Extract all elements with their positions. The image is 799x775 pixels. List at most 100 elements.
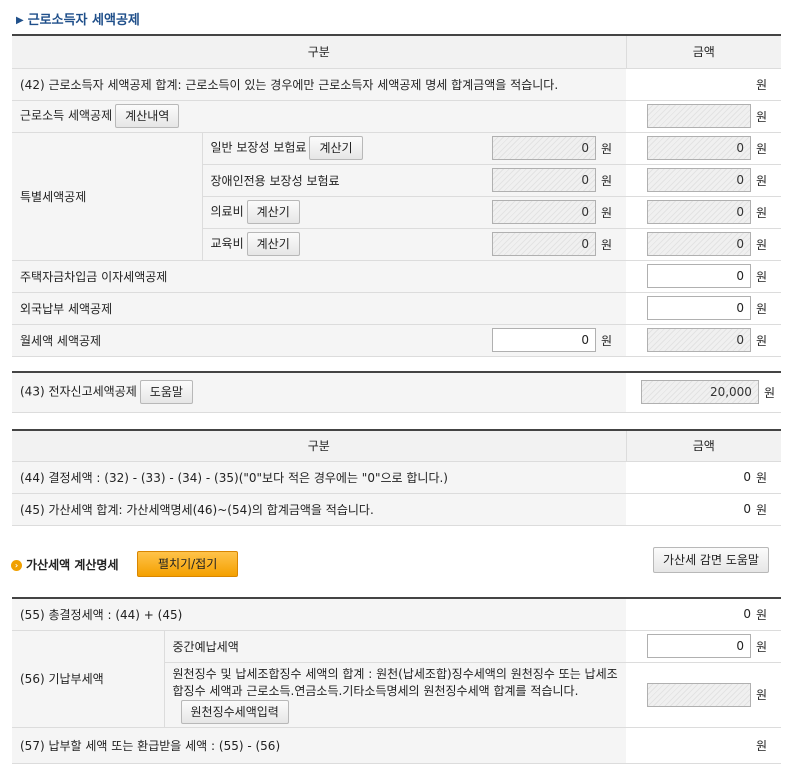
e-filing-credit-table: (43) 전자신고세액공제 도움말 20,000 원 bbox=[12, 371, 781, 413]
housing-loan-label: 주택자금차입금 이자세액공제 bbox=[12, 260, 627, 293]
unit: 원 bbox=[755, 470, 767, 485]
row55-value: 0 bbox=[743, 606, 751, 621]
row42-label: (42) 근로소득자 세액공제 합계: 근로소득이 있는 경우에만 근로소득자 … bbox=[12, 68, 627, 101]
e-filing-help-button[interactable]: 도움말 bbox=[139, 380, 193, 405]
unit: 원 bbox=[755, 301, 768, 316]
e-filing-credit-label-cell: (43) 전자신고세액공제 도움말 bbox=[12, 371, 626, 413]
penalty-title-text: 가산세액 계산명세 bbox=[26, 558, 119, 572]
earned-income-credit-label-cell: 근로소득 세액공제 계산내역 bbox=[12, 100, 627, 133]
unit: 원 bbox=[600, 205, 613, 220]
interim-payment-input[interactable]: 0 bbox=[646, 634, 751, 658]
penalty-section-title: › 가산세액 계산명세 bbox=[11, 556, 119, 573]
chevron-right-icon: ▶ bbox=[16, 15, 24, 26]
general-insurance-amount: 0원 bbox=[626, 132, 782, 165]
chevron-right-circle-icon: › bbox=[11, 560, 22, 571]
interim-payment-label: 중간예납세액 bbox=[163, 630, 626, 663]
row55-label: (55) 총결정세액 : (44) + (45) bbox=[12, 597, 626, 631]
general-insurance-input-cell: 0원 bbox=[482, 132, 627, 165]
medical-label-cell: 의료비 계산기 bbox=[201, 196, 482, 229]
unit: 원 bbox=[755, 738, 767, 753]
rent-credit-input[interactable]: 0 bbox=[491, 328, 596, 352]
earned-income-credit-field[interactable] bbox=[646, 104, 751, 128]
calc-detail-button[interactable]: 계산내역 bbox=[115, 104, 180, 128]
disabled-insurance-field[interactable]: 0 bbox=[646, 168, 751, 192]
col-header-category-2: 구분 bbox=[12, 429, 626, 462]
row42-amount: 원 bbox=[626, 68, 782, 101]
foreign-tax-label: 외국납부 세액공제 bbox=[12, 292, 627, 325]
withholding-field[interactable] bbox=[646, 682, 751, 707]
education-input[interactable]: 0 bbox=[491, 232, 596, 256]
disabled-insurance-amount: 0원 bbox=[626, 164, 782, 197]
row56-label: (56) 기납부세액 bbox=[12, 630, 164, 728]
col-header-category: 구분 bbox=[12, 34, 627, 69]
unit: 원 bbox=[755, 639, 767, 654]
earned-income-credit-table: 구분 금액 (42) 근로소득자 세액공제 합계: 근로소득이 있는 경우에만 … bbox=[12, 34, 782, 357]
unit: 원 bbox=[755, 205, 768, 220]
withholding-input-button[interactable]: 원천징수세액입력 bbox=[180, 699, 289, 724]
interim-payment-amount: 0원 bbox=[626, 630, 781, 663]
withholding-amount: 원 bbox=[626, 662, 781, 728]
disabled-insurance-input-cell: 0원 bbox=[482, 164, 627, 197]
row57-label: (57) 납부할 세액 또는 환급받을 세액 : (55) - (56) bbox=[12, 727, 626, 764]
unit: 원 bbox=[755, 688, 767, 702]
earned-income-credit-amount: 원 bbox=[626, 100, 782, 133]
special-credit-label: 특별세액공제 bbox=[12, 132, 202, 261]
row55-amount: 0원 bbox=[626, 597, 781, 631]
unit: 원 bbox=[755, 77, 768, 92]
education-label: 교육비 bbox=[210, 236, 244, 251]
row44-amount: 0원 bbox=[626, 461, 781, 494]
education-field[interactable]: 0 bbox=[646, 232, 751, 256]
unit: 원 bbox=[755, 173, 768, 188]
unit: 원 bbox=[755, 109, 768, 124]
e-filing-credit-field[interactable]: 20,000 bbox=[640, 380, 759, 405]
row45-value: 0 bbox=[743, 501, 751, 516]
housing-loan-input[interactable]: 0 bbox=[646, 264, 751, 288]
housing-loan-amount: 0원 bbox=[626, 260, 782, 293]
rent-credit-field[interactable]: 0 bbox=[646, 328, 751, 352]
education-input-cell: 0원 bbox=[482, 228, 627, 261]
foreign-tax-amount: 0원 bbox=[626, 292, 782, 325]
disabled-insurance-input[interactable]: 0 bbox=[491, 168, 596, 192]
final-tax-table: (55) 총결정세액 : (44) + (45) 0원 (56) 기납부세액 중… bbox=[12, 597, 781, 764]
unit: 원 bbox=[755, 141, 768, 156]
general-insurance-label-cell: 일반 보장성 보험료 계산기 bbox=[201, 132, 482, 165]
unit: 원 bbox=[600, 141, 613, 156]
medical-field[interactable]: 0 bbox=[646, 200, 751, 224]
row45-label: (45) 가산세액 합계: 가산세액명세(46)~(54)의 합계금액을 적습니… bbox=[12, 493, 626, 526]
medical-input[interactable]: 0 bbox=[491, 200, 596, 224]
general-insurance-calc-button[interactable]: 계산기 bbox=[309, 136, 363, 160]
education-calc-button[interactable]: 계산기 bbox=[246, 232, 300, 256]
unit: 원 bbox=[755, 269, 768, 284]
penalty-reduction-help-button[interactable]: 가산세 감면 도움말 bbox=[653, 547, 769, 573]
general-insurance-input[interactable]: 0 bbox=[491, 136, 596, 160]
earned-income-credit-label: 근로소득 세액공제 bbox=[20, 108, 113, 123]
row57-amount: 원 bbox=[626, 727, 781, 764]
general-insurance-field[interactable]: 0 bbox=[646, 136, 751, 160]
medical-calc-button[interactable]: 계산기 bbox=[246, 200, 300, 224]
rent-credit-input-cell: 0원 bbox=[482, 324, 627, 357]
unit: 원 bbox=[600, 173, 613, 188]
row44-value: 0 bbox=[743, 469, 751, 484]
medical-input-cell: 0원 bbox=[482, 196, 627, 229]
row45-amount: 0원 bbox=[626, 493, 781, 526]
unit: 원 bbox=[600, 237, 613, 252]
unit: 원 bbox=[755, 607, 767, 622]
withholding-label-cell: 원천징수 및 납세조합징수 세액의 합계 : 원천(납세조합)징수세액의 원천징… bbox=[163, 662, 626, 728]
medical-label: 의료비 bbox=[210, 204, 244, 219]
education-label-cell: 교육비 계산기 bbox=[201, 228, 482, 261]
col-header-amount: 금액 bbox=[625, 34, 782, 69]
foreign-tax-input[interactable]: 0 bbox=[646, 296, 751, 320]
general-insurance-label: 일반 보장성 보험료 bbox=[210, 140, 307, 155]
row44-label: (44) 결정세액 : (32) - (33) - (34) - (35)("0… bbox=[12, 461, 626, 494]
rent-credit-label: 월세액 세액공제 bbox=[12, 324, 482, 357]
unit: 원 bbox=[763, 385, 775, 400]
col-header-amount-2: 금액 bbox=[625, 429, 781, 462]
unit: 원 bbox=[600, 333, 613, 348]
disabled-insurance-label: 장애인전용 보장성 보험료 bbox=[201, 164, 482, 197]
unit: 원 bbox=[755, 237, 768, 252]
section-title-text: 근로소득자 세액공제 bbox=[27, 13, 140, 28]
withholding-label: 원천징수 및 납세조합징수 세액의 합계 : 원천(납세조합)징수세액의 원천징… bbox=[172, 666, 618, 698]
unit: 원 bbox=[755, 333, 768, 348]
expand-collapse-button[interactable]: 펼치기/접기 bbox=[137, 551, 239, 577]
education-amount: 0원 bbox=[626, 228, 782, 261]
